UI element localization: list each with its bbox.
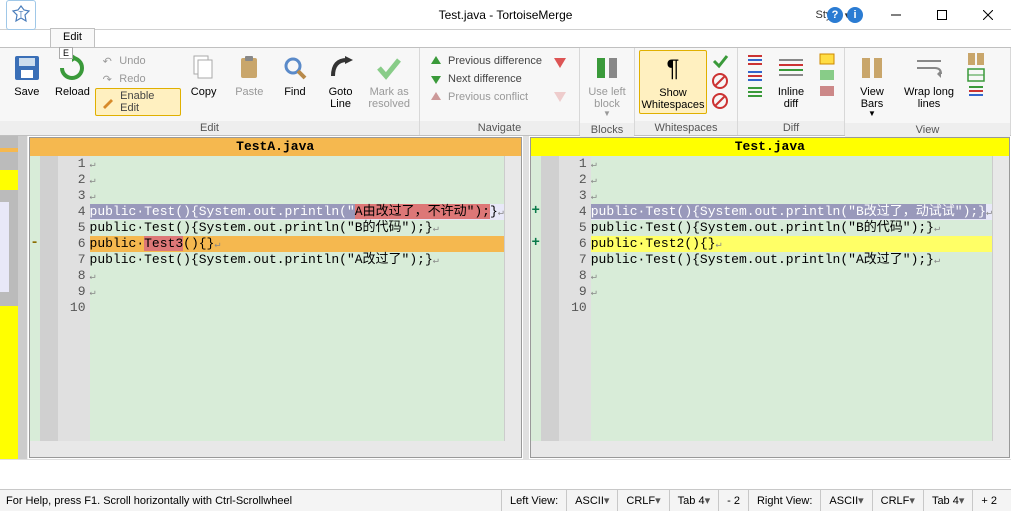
pane-splitter[interactable] (523, 136, 529, 459)
prev-diff-button[interactable]: Previous difference (424, 52, 546, 70)
diff-opt3-icon[interactable] (746, 84, 764, 98)
diff-opt5-icon[interactable] (818, 68, 836, 82)
undo-icon: ↶ (99, 53, 115, 69)
copy-icon (188, 52, 220, 84)
right-encoding[interactable]: ASCII (820, 490, 871, 511)
help-icon[interactable]: ? (827, 7, 843, 23)
goto-icon (325, 52, 357, 84)
paste-icon (233, 52, 265, 84)
wrap-lines-button[interactable]: Wrap long lines (895, 50, 963, 112)
undo-button[interactable]: ↶Undo (95, 52, 181, 70)
right-view-label: Right View: (748, 490, 820, 511)
wrap-icon (913, 52, 945, 84)
left-tab[interactable]: Tab 4 (669, 490, 718, 511)
scrollbar-h[interactable] (30, 440, 521, 457)
minimize-button[interactable] (873, 0, 919, 30)
view-bars-button[interactable]: View Bars▼ (849, 50, 895, 121)
left-delta: - 2 (718, 490, 748, 511)
tab-hint: E (59, 47, 73, 59)
right-code-area[interactable]: ++ 12345678910 ↵↵↵public·Test(){System.o… (531, 156, 1009, 441)
group-navigate-label: Navigate (420, 121, 579, 135)
inline-diff-icon (775, 52, 807, 84)
edit-icon (100, 94, 116, 110)
paste-button[interactable]: Paste (226, 50, 272, 100)
left-encoding[interactable]: ASCII (566, 490, 617, 511)
goto-line-button[interactable]: Goto Line (318, 50, 364, 112)
maximize-button[interactable] (919, 0, 965, 30)
status-help: For Help, press F1. Scroll horizontally … (6, 495, 292, 507)
right-eol[interactable]: CRLF (872, 490, 923, 511)
show-whitespaces-button[interactable]: ¶ Show Whitespaces (639, 50, 707, 114)
right-delta: + 2 (972, 490, 1005, 511)
inline-diff-button[interactable]: Inline diff (768, 50, 814, 112)
info-icon[interactable]: i (847, 7, 863, 23)
view-bars-icon (856, 52, 888, 84)
tab-edit[interactable]: Edit E (50, 28, 95, 47)
check-icon (373, 52, 405, 84)
enable-edit-button[interactable]: Enable Edit (95, 88, 181, 116)
left-code-area[interactable]: - 12345678910 ↵↵↵public·Test(){System.ou… (30, 156, 521, 441)
group-blocks-label: Blocks (580, 123, 634, 137)
view-opt3-icon[interactable] (967, 84, 985, 98)
app-icon[interactable]: T (6, 0, 36, 30)
group-edit-label: Edit (0, 121, 419, 135)
locator-bar[interactable] (0, 136, 28, 459)
right-tab[interactable]: Tab 4 (923, 490, 972, 511)
view-opt2-icon[interactable] (967, 68, 985, 82)
group-view-label: View (845, 123, 1010, 137)
diff-opt4-icon[interactable] (818, 52, 836, 66)
ws-opt3-icon[interactable] (711, 92, 729, 110)
window-title: Test.java - TortoiseMerge (439, 8, 573, 22)
arrow-down-red2-icon[interactable] (552, 88, 568, 104)
next-diff-button[interactable]: Next difference (424, 70, 546, 88)
scrollbar-v[interactable] (992, 156, 1009, 441)
arrow-up-green-icon (428, 53, 444, 69)
left-eol[interactable]: CRLF (617, 490, 668, 511)
find-button[interactable]: Find (272, 50, 318, 100)
save-button[interactable]: Save (4, 50, 50, 100)
arrow-up-red-icon (428, 89, 444, 105)
redo-button[interactable]: ↷Redo (95, 70, 181, 88)
arrow-down-green-icon (428, 71, 444, 87)
view-opt1-icon[interactable] (967, 52, 985, 66)
ws-opt2-icon[interactable] (711, 72, 729, 90)
scrollbar-v[interactable] (504, 156, 521, 441)
close-button[interactable] (965, 0, 1011, 30)
redo-icon: ↷ (99, 71, 115, 87)
mark-resolved-button[interactable]: Mark as resolved (363, 50, 415, 112)
left-pane-title: TestA.java (30, 138, 521, 156)
group-diff-label: Diff (738, 121, 844, 135)
prev-conflict-button[interactable]: Previous conflict (424, 88, 546, 106)
diff-opt2-icon[interactable] (746, 68, 764, 82)
diff-opt1-icon[interactable] (746, 52, 764, 66)
right-pane: Test.java ++ 12345678910 ↵↵↵public·Test(… (530, 137, 1010, 458)
ws-opt1-icon[interactable] (711, 52, 729, 70)
save-icon (11, 52, 43, 84)
pilcrow-icon: ¶ (657, 53, 689, 85)
arrow-down-red-icon[interactable] (552, 54, 568, 70)
left-pane: TestA.java - 12345678910 ↵↵↵public·Test(… (29, 137, 522, 458)
copy-button[interactable]: Copy (181, 50, 227, 100)
use-left-block-button[interactable]: Use left block▼ (584, 50, 630, 121)
find-icon (279, 52, 311, 84)
group-whitespaces-label: Whitespaces (635, 121, 737, 135)
diff-opt6-icon[interactable] (818, 84, 836, 98)
right-pane-title: Test.java (531, 138, 1009, 156)
left-view-label: Left View: (501, 490, 566, 511)
svg-text:T: T (19, 10, 24, 19)
scrollbar-h[interactable] (531, 440, 1009, 457)
block-icon (591, 52, 623, 84)
